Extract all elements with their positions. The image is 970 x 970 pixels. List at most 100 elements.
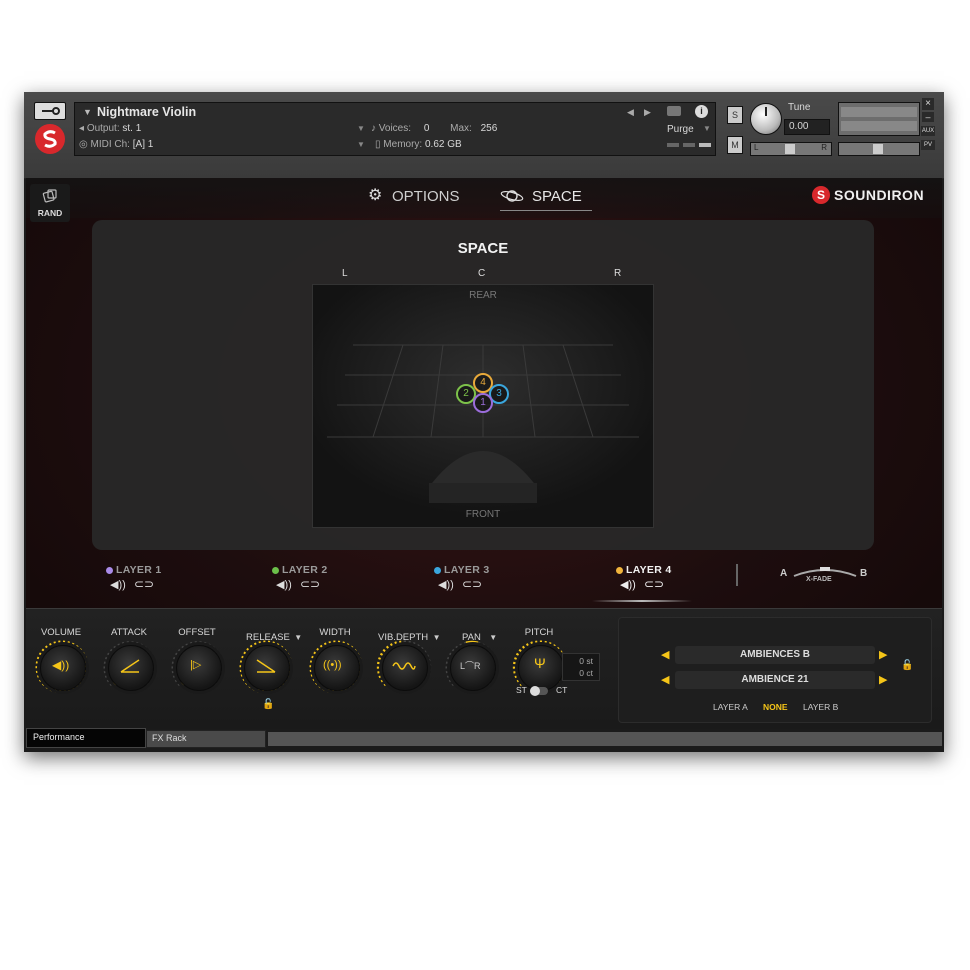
ambience-layer-a[interactable]: LAYER A <box>713 702 748 712</box>
pan-knob[interactable]: L⌒R <box>444 639 500 695</box>
close-icon: × <box>925 98 931 109</box>
layer-1-link-icon[interactable]: ⊂⊃ <box>134 577 154 591</box>
ambience-1-prev-icon[interactable]: ◀ <box>661 648 669 661</box>
output-label: Output: <box>86 123 120 134</box>
layer-divider <box>736 564 738 586</box>
layer-2-link-icon[interactable]: ⊂⊃ <box>300 577 320 591</box>
rand-button[interactable]: RAND <box>30 184 70 222</box>
next-instrument-icon[interactable]: ▶ <box>644 107 651 118</box>
tab-performance[interactable]: Performance <box>26 728 146 748</box>
layer-1-position-node[interactable]: 1 <box>473 393 493 413</box>
width-icon: ((•)) <box>323 659 342 671</box>
layer-tab-3[interactable]: LAYER 3 ◀)) ⊂⊃ <box>434 564 514 600</box>
release-ramp-icon <box>256 659 276 673</box>
gear-icon: ⚙ <box>368 187 383 204</box>
purge-button[interactable]: Purge <box>667 124 694 135</box>
volume-knob[interactable]: ◀)) <box>34 639 90 695</box>
layer-tab-4[interactable]: LAYER 4 ◀)) ⊂⊃ <box>616 564 696 600</box>
layer-2-speaker-icon[interactable]: ◀)) <box>276 578 292 591</box>
prev-instrument-icon[interactable]: ◀ <box>627 107 634 118</box>
layer-3-link-icon[interactable]: ⊂⊃ <box>462 577 482 591</box>
ambience-none[interactable]: NONE <box>763 702 788 712</box>
pan-slider[interactable]: L R <box>750 142 832 156</box>
pitch-value-display[interactable]: 0 st 0 ct <box>562 653 600 681</box>
voices-icon: ♪ <box>371 123 376 134</box>
instrument-dropdown-icon[interactable]: ▼ <box>83 107 92 117</box>
ambience-1-selector[interactable]: AMBIENCES B <box>675 646 875 664</box>
purge-dropdown-icon[interactable]: ▼ <box>703 124 711 133</box>
attack-knob[interactable] <box>102 639 158 695</box>
tune-label: Tune <box>788 102 811 113</box>
volume-slider[interactable] <box>838 142 920 156</box>
ct-label: CT <box>556 685 568 695</box>
aux-button[interactable]: AUX <box>921 126 935 136</box>
ambience-2-value: AMBIENCE 21 <box>741 674 809 685</box>
layer-tab-1[interactable]: LAYER 1 ◀)) ⊂⊃ <box>106 564 186 600</box>
tab-fx-rack[interactable]: FX Rack <box>146 730 266 748</box>
solo-button[interactable]: S <box>727 106 743 124</box>
pan-l-label: L <box>754 143 759 152</box>
release-lock-icon[interactable]: 🔓 <box>262 699 274 710</box>
ambience-2-next-icon[interactable]: ▶ <box>879 673 887 686</box>
camera-icon[interactable] <box>667 106 681 116</box>
instrument-name[interactable]: Nightmare Violin <box>97 105 196 119</box>
offset-knob[interactable]: |▷ <box>170 639 226 695</box>
output-icon: ◂ <box>79 123 85 134</box>
layer-2-label: LAYER 2 <box>282 564 328 576</box>
tune-value: 0.00 <box>789 121 809 132</box>
soundiron-s-icon: S <box>812 186 830 204</box>
layer-1-label: LAYER 1 <box>116 564 162 576</box>
space-stage-pad[interactable]: REAR FRONT 4 2 3 1 <box>312 284 654 528</box>
vib-depth-dropdown-icon: ▼ <box>432 633 441 642</box>
tune-knob[interactable] <box>750 103 782 135</box>
mute-button[interactable]: M <box>727 136 743 154</box>
space-label-l: L <box>342 268 348 279</box>
wrench-button[interactable] <box>34 102 66 120</box>
layer-3-dot <box>434 567 441 574</box>
close-button[interactable]: × <box>922 98 934 110</box>
output-row[interactable]: ◂ Output: st. 1 <box>79 123 141 134</box>
ambience-layer-b[interactable]: LAYER B <box>803 702 838 712</box>
vib-depth-knob[interactable] <box>376 639 432 695</box>
tab-fx-rack-label: FX Rack <box>152 733 187 743</box>
layer-1-speaker-icon[interactable]: ◀)) <box>110 578 126 591</box>
layer-3-speaker-icon[interactable]: ◀)) <box>438 578 454 591</box>
tab-space[interactable]: SPACE <box>500 186 592 211</box>
release-knob[interactable] <box>238 639 294 695</box>
midi-row[interactable]: ◎ MIDI Ch: [A] 1 <box>79 139 153 150</box>
pv-button[interactable]: PV <box>921 140 935 150</box>
stage-front-label: FRONT <box>465 509 501 520</box>
output-dropdown-icon[interactable]: ▼ <box>357 124 365 133</box>
tune-value-field[interactable]: 0.00 <box>784 119 830 135</box>
pan-lr-icon: L⌒R <box>460 661 481 671</box>
space-label-c: C <box>478 268 486 279</box>
layer-4-link-icon[interactable]: ⊂⊃ <box>644 577 664 591</box>
max-label: Max: <box>450 123 472 134</box>
attack-label: ATTACK <box>110 627 148 638</box>
ambience-lock-icon[interactable]: 🔓 <box>901 660 913 671</box>
ambience-2-prev-icon[interactable]: ◀ <box>661 673 669 686</box>
st-ct-toggle[interactable] <box>530 686 548 696</box>
tab-options-label: OPTIONS <box>392 188 460 205</box>
midi-dropdown-icon[interactable]: ▼ <box>357 140 365 149</box>
midi-icon: ◎ <box>79 139 88 150</box>
info-icon[interactable]: i <box>695 105 708 118</box>
space-label-r: R <box>614 268 622 279</box>
header-meter <box>667 143 711 147</box>
ambience-2-selector[interactable]: AMBIENCE 21 <box>675 671 875 689</box>
ambience-1-value: AMBIENCES B <box>739 649 810 660</box>
pan-r-label: R <box>821 143 827 152</box>
pitch-ct-value: 0 ct <box>579 668 593 678</box>
wrench-icon <box>42 107 60 115</box>
output-value: st. 1 <box>122 123 142 134</box>
layer-3-label: LAYER 3 <box>444 564 490 576</box>
layer-tab-2[interactable]: LAYER 2 ◀)) ⊂⊃ <box>272 564 352 600</box>
xfade-control[interactable]: A X-FADE B <box>776 564 876 590</box>
active-layer-underline <box>592 600 692 602</box>
pitch-st-value: 0 st <box>579 656 593 666</box>
node-3-label: 3 <box>496 388 502 399</box>
minimize-button[interactable]: – <box>922 112 934 122</box>
width-knob[interactable]: ((•)) <box>308 639 364 695</box>
ambience-1-next-icon[interactable]: ▶ <box>879 648 887 661</box>
layer-4-speaker-icon[interactable]: ◀)) <box>620 578 636 591</box>
